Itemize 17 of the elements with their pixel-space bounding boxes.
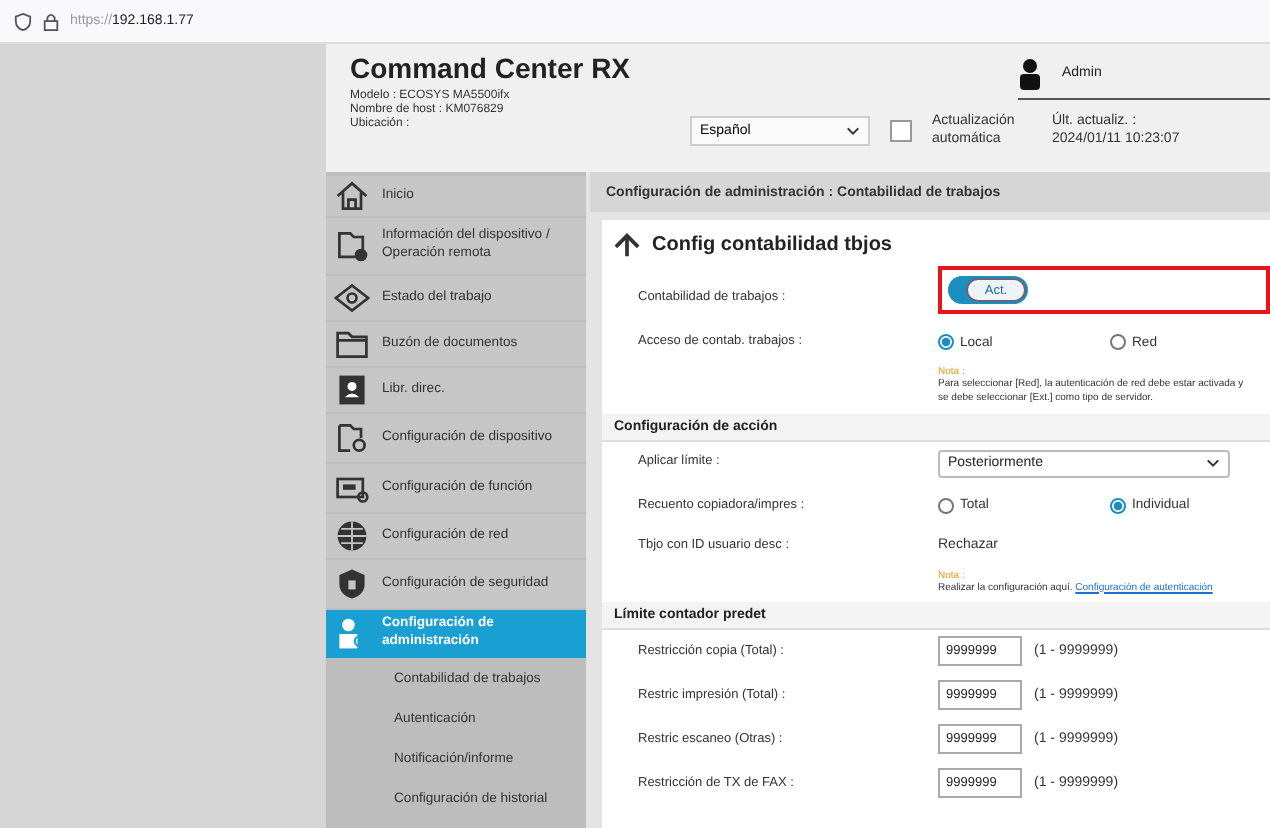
- up-arrow-icon[interactable]: [614, 232, 640, 258]
- chevron-down-icon: [846, 125, 860, 136]
- address-book-icon: [334, 372, 370, 408]
- device-gear-icon: [334, 420, 370, 456]
- folder-icon: [334, 326, 370, 362]
- folder-info-icon: [334, 228, 370, 264]
- eye-icon: [334, 280, 370, 316]
- house-icon: [334, 178, 370, 214]
- globe-icon: [334, 518, 370, 554]
- app-title: Command Center RX: [350, 52, 633, 84]
- page-title: Config contabilidad tbjos: [652, 234, 892, 256]
- user-icon: [1018, 57, 1042, 89]
- shield-icon: [14, 11, 32, 31]
- lock-icon: [42, 11, 60, 31]
- chevron-down-icon: [1206, 458, 1220, 468]
- auto-update-checkbox[interactable]: [890, 119, 912, 142]
- shield-icon: [334, 566, 370, 602]
